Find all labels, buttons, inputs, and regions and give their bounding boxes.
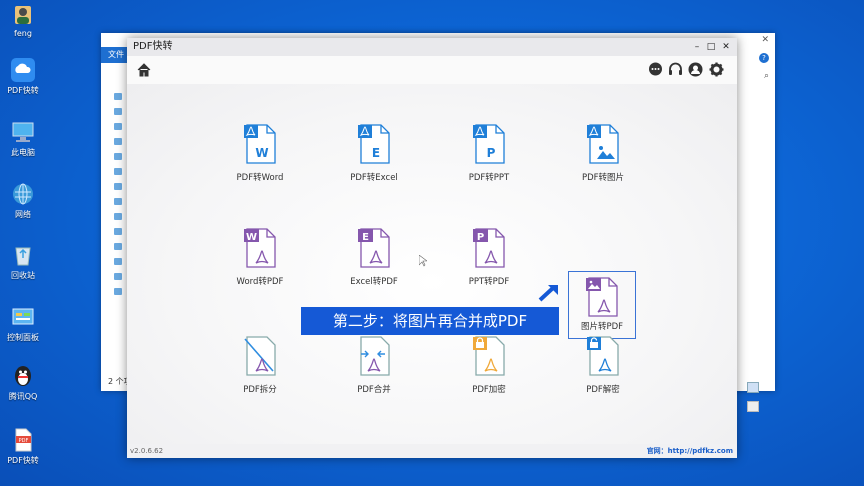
tile-pdf-split[interactable]: PDF拆分 [214, 336, 306, 406]
tile-pdf-to-word[interactable]: W PDF转Word [214, 124, 306, 194]
tile-label: PDF转Word [236, 173, 284, 183]
headset-icon[interactable] [668, 62, 683, 77]
unlock-icon [586, 336, 620, 376]
ppt-to-pdf-icon: P [472, 228, 506, 268]
explorer-view-toggle[interactable] [747, 378, 771, 412]
maximize-button[interactable]: □ [705, 41, 717, 53]
ppt-doc-icon: P [472, 124, 506, 164]
chat-icon[interactable] [648, 62, 663, 77]
home-icon[interactable] [137, 62, 151, 81]
split-icon [243, 336, 277, 376]
website-link[interactable]: 官网：http://pdfkz.com [647, 444, 733, 458]
image-doc-icon [586, 124, 620, 164]
qq-penguin-icon [11, 364, 35, 388]
desktop-icon-computer[interactable]: 此电脑 [0, 120, 46, 158]
pdfkz-app-window: PDF快转 – □ ✕ W PDF转Word E PDF转Excel P PDF… [127, 38, 737, 458]
computer-icon [11, 120, 35, 144]
tile-label: PDF转Excel [350, 173, 398, 183]
word-doc-icon: W [243, 124, 277, 164]
desktop-icon-pdfkz[interactable]: PDF快转 [0, 58, 46, 96]
tile-label: PDF解密 [586, 385, 620, 395]
tile-pdf-encrypt[interactable]: PDF加密 [443, 336, 535, 406]
tile-pdf-to-image[interactable]: PDF转图片 [557, 124, 649, 194]
tile-label: PDF转PPT [468, 173, 510, 183]
user-icon[interactable] [688, 62, 703, 77]
desktop-icon-label: 腾讯QQ [8, 392, 38, 401]
tile-excel-to-pdf[interactable]: E Excel转PDF [328, 228, 420, 298]
desktop-icon-label: 控制面板 [7, 333, 39, 342]
desktop-icon-control-panel[interactable]: 控制面板 [0, 305, 46, 343]
merge-icon [357, 336, 391, 376]
version-label: v2.0.6.62 [130, 447, 164, 455]
desktop-icon-network[interactable]: 网络 [0, 182, 46, 220]
app-footer: v2.0.6.62 官网：http://pdfkz.com [127, 444, 737, 458]
recycle-bin-icon [11, 243, 35, 267]
pdf-file-icon: PDF [11, 428, 35, 452]
app-title: PDF快转 [133, 41, 173, 52]
desktop-icon-qq[interactable]: 腾讯QQ [0, 364, 46, 402]
tile-label: PPT转PDF [468, 277, 510, 287]
minimize-button[interactable]: – [691, 41, 703, 53]
excel-doc-icon: E [357, 124, 391, 164]
desktop-icon-label: feng [14, 29, 32, 38]
desktop-icon-label: PDF快转 [7, 456, 39, 465]
close-button[interactable]: ✕ [720, 41, 732, 53]
svg-text:P: P [487, 146, 496, 160]
tile-ppt-to-pdf[interactable]: P PPT转PDF [443, 228, 535, 298]
app-toolbar [127, 56, 737, 84]
gear-icon[interactable] [709, 62, 724, 77]
tile-label: PDF合并 [357, 385, 391, 395]
desktop-icon-label: 网络 [15, 210, 31, 219]
network-globe-icon [11, 182, 35, 206]
svg-text:P: P [477, 232, 484, 243]
tool-grid: W PDF转Word E PDF转Excel P PDF转PPT PDF转图片 … [127, 84, 737, 444]
tile-label: PDF拆分 [243, 385, 277, 395]
desktop-icon-recycle[interactable]: 回收站 [0, 243, 46, 281]
desktop-icon-user[interactable]: feng [0, 2, 46, 38]
tile-pdf-to-ppt[interactable]: P PDF转PPT [443, 124, 535, 194]
desktop-icon-label: 此电脑 [11, 148, 35, 157]
tile-label: PDF加密 [472, 385, 506, 395]
pdf-cloud-icon [11, 58, 35, 82]
explorer-search-icon[interactable]: ⌕ [764, 71, 769, 81]
lock-icon [472, 336, 506, 376]
mouse-cursor-icon [418, 252, 428, 271]
explorer-nav-pane[interactable] [109, 93, 127, 363]
svg-text:W: W [246, 232, 257, 243]
tile-label: 图片转PDF [580, 322, 624, 332]
svg-text:E: E [372, 146, 380, 160]
svg-text:PDF: PDF [19, 438, 29, 444]
tutorial-banner: 第二步：将图片再合并成PDF [301, 307, 559, 335]
desktop-icon-label: PDF快转 [7, 86, 39, 95]
desktop-icon-pdfkz-file[interactable]: PDF PDF快转 [0, 428, 46, 466]
tile-pdf-decrypt[interactable]: PDF解密 [557, 336, 649, 406]
tile-label: PDF转图片 [581, 173, 625, 183]
control-panel-icon [11, 305, 35, 329]
pointer-arrow-icon [538, 282, 560, 306]
tile-word-to-pdf[interactable]: W Word转PDF [214, 228, 306, 298]
excel-to-pdf-icon: E [357, 228, 391, 268]
tile-pdf-merge[interactable]: PDF合并 [328, 336, 420, 406]
tile-pdf-to-excel[interactable]: E PDF转Excel [328, 124, 420, 194]
word-to-pdf-icon: W [243, 228, 277, 268]
tile-image-to-pdf[interactable]: 图片转PDF [568, 271, 636, 339]
svg-text:E: E [362, 232, 369, 243]
image-to-pdf-icon [585, 277, 619, 317]
tile-label: Word转PDF [236, 277, 284, 287]
explorer-close-button[interactable]: ✕ [761, 35, 769, 45]
user-folder-icon [11, 2, 35, 26]
app-titlebar: PDF快转 – □ ✕ [127, 38, 737, 56]
desktop-icon-label: 回收站 [11, 271, 35, 280]
tile-label: Excel转PDF [350, 277, 398, 287]
svg-text:W: W [255, 146, 268, 160]
explorer-help-button[interactable]: ? [759, 53, 769, 63]
